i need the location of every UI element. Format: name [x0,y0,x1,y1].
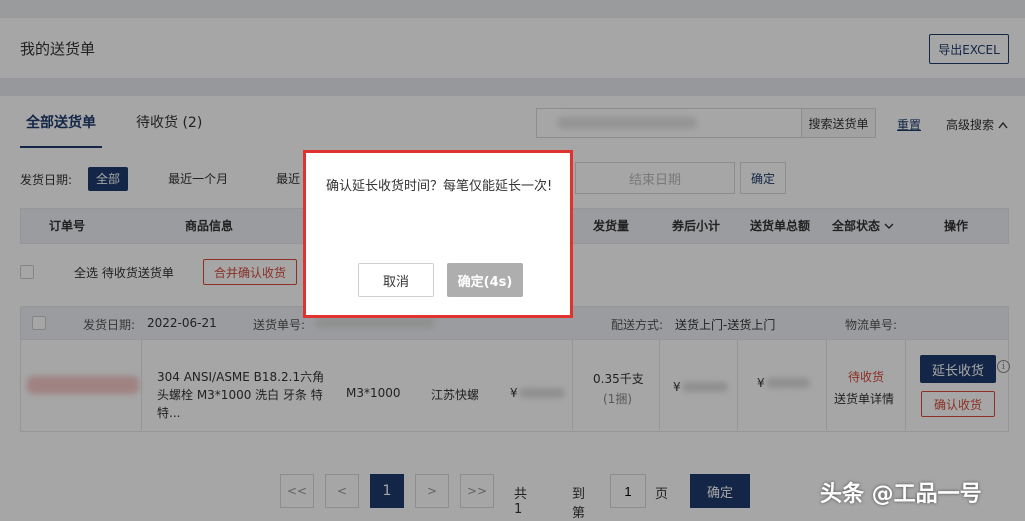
dialog-cancel-button[interactable]: 取消 [358,263,434,297]
dialog-confirm-button[interactable]: 确定(4s) [447,263,523,297]
extend-confirm-dialog: 确认延长收货时间？每笔仅能延长一次! 取消 确定(4s) [303,150,573,318]
dialog-message: 确认延长收货时间？每笔仅能延长一次! [326,179,553,194]
watermark: 头条 @工品一号 [820,482,982,507]
